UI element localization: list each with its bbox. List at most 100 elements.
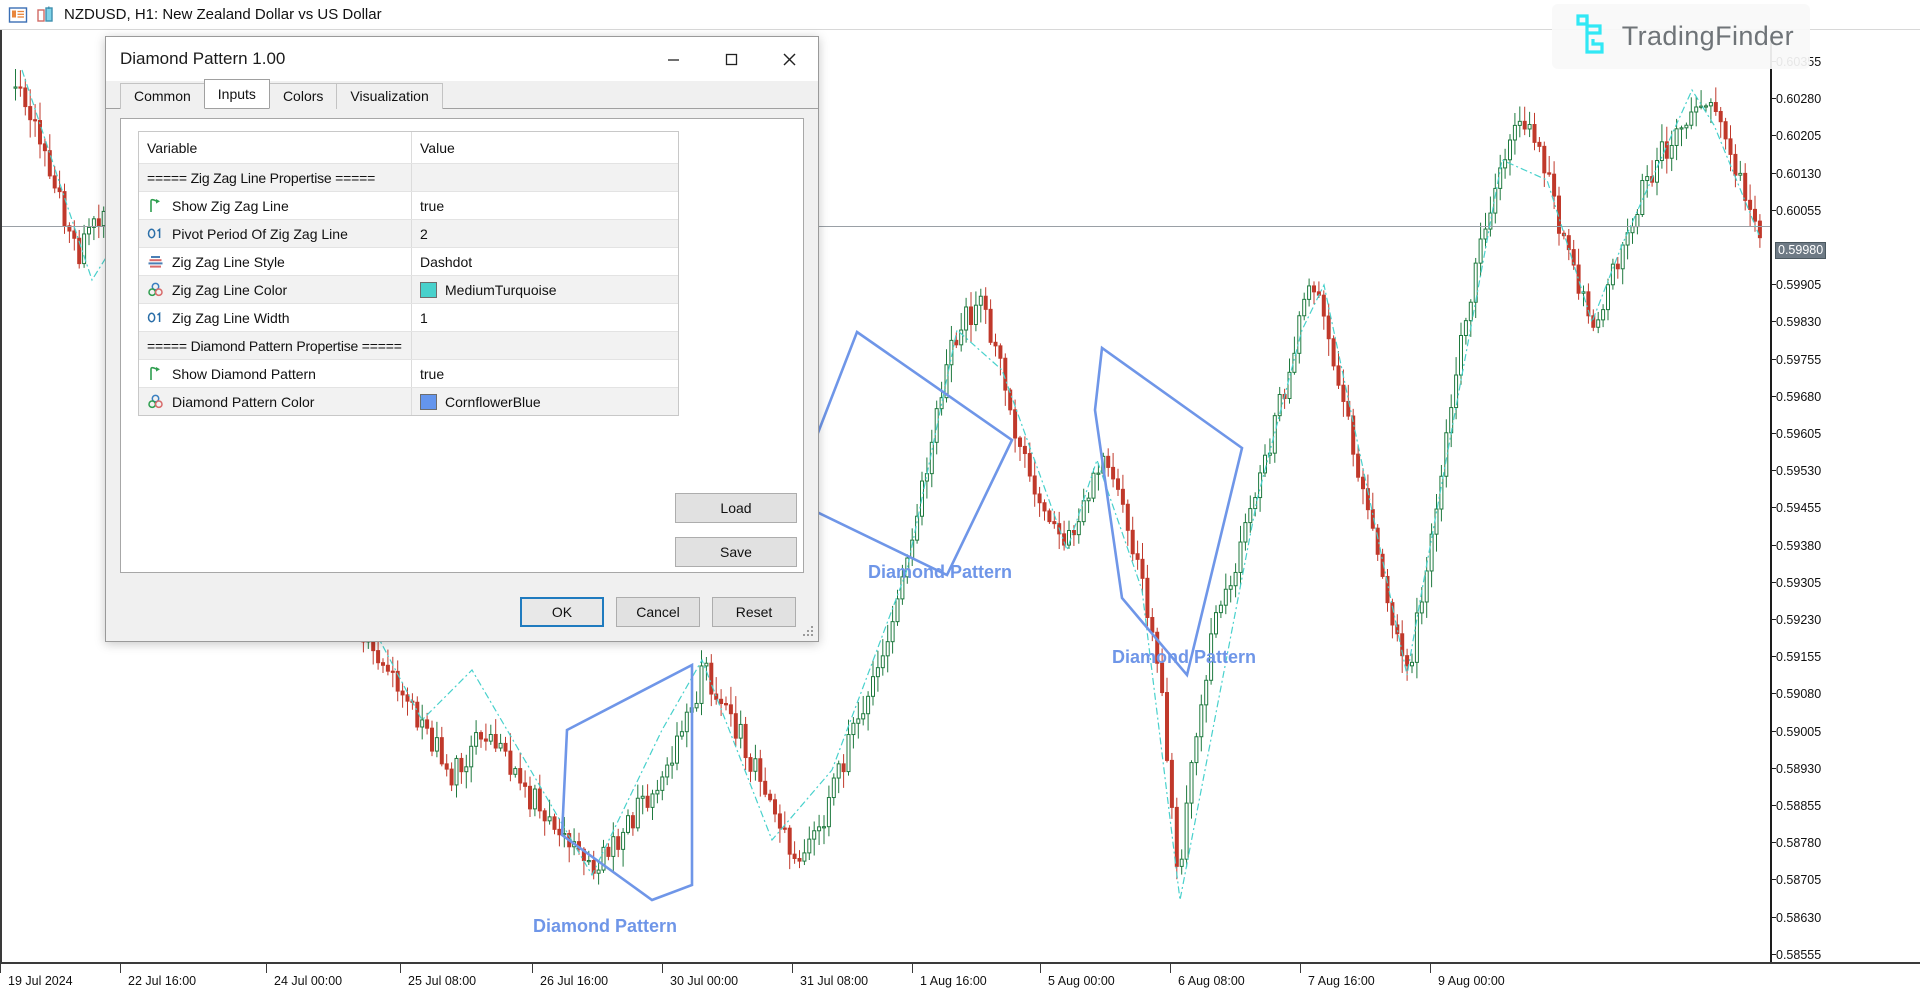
integer-01-icon (147, 310, 165, 326)
diamond-pattern-shape (562, 665, 692, 900)
time-tick-mark (120, 964, 121, 973)
variable-name: Zig Zag Line Style (172, 254, 285, 270)
price-tick-label: 0.58555 (1776, 949, 1821, 962)
chart-bars-icon (36, 6, 56, 24)
time-tick-label: 19 Jul 2024 (8, 974, 73, 988)
time-tick-mark (1170, 964, 1171, 973)
price-tick-label: 0.59230 (1776, 614, 1821, 627)
time-tick-mark (400, 964, 401, 973)
variable-name: ===== Zig Zag Line Propertise ===== (147, 170, 375, 186)
grid-header-row: VariableValue (139, 132, 678, 163)
time-tick-mark (532, 964, 533, 973)
grid-row[interactable]: Show Diamond Patterntrue (139, 359, 678, 387)
integer-01-icon (147, 226, 165, 242)
variable-value[interactable]: 2 (420, 226, 428, 242)
line-style-icon (147, 254, 165, 270)
time-tick-mark (0, 964, 1, 973)
column-header-value: Value (412, 132, 678, 163)
price-tick-label: 0.60205 (1776, 130, 1821, 143)
variable-value[interactable]: true (420, 366, 444, 382)
time-tick-label: 24 Jul 00:00 (274, 974, 342, 988)
variable-value[interactable]: 1 (420, 310, 428, 326)
chart-title-text: NZDUSD, H1: New Zealand Dollar vs US Dol… (64, 6, 382, 23)
tradingfinder-logo-mark (1568, 12, 1612, 61)
price-tick-label: 0.59305 (1776, 577, 1821, 590)
time-tick-mark (1040, 964, 1041, 973)
resize-grip[interactable] (802, 625, 815, 638)
price-tick-label: 0.59605 (1776, 428, 1821, 441)
variable-value[interactable]: Dashdot (420, 254, 472, 270)
load-button[interactable]: Load (675, 493, 797, 523)
grid-row[interactable]: Zig Zag Line Style Dashdot (139, 247, 678, 275)
grid-row[interactable]: Diamond Pattern Color CornflowerBlue (139, 387, 678, 415)
price-tick-label: 0.59380 (1776, 540, 1821, 553)
tab-colors[interactable]: Colors (269, 83, 337, 109)
grid-row[interactable]: Zig Zag Line Width1 (139, 303, 678, 331)
dialog-tab-strip[interactable]: CommonInputsColorsVisualization (106, 81, 818, 109)
inputs-grid[interactable]: VariableValue ===== Zig Zag Line Properti… (138, 131, 679, 416)
ok-button[interactable]: OK (520, 597, 604, 627)
bool-arrow-icon (147, 366, 165, 382)
variable-name: Show Zig Zag Line (172, 198, 289, 214)
price-tick-label: 0.59455 (1776, 502, 1821, 515)
price-tick-label: 0.59155 (1776, 651, 1821, 664)
grid-row[interactable]: Pivot Period Of Zig Zag Line2 (139, 219, 678, 247)
color-palette-icon (147, 282, 165, 298)
time-tick-mark (1300, 964, 1301, 973)
cancel-button[interactable]: Cancel (616, 597, 700, 627)
time-tick-label: 6 Aug 08:00 (1178, 974, 1245, 988)
time-tick-mark (662, 964, 663, 973)
price-tick-label: 0.60280 (1776, 93, 1821, 106)
price-tick-label: 0.58705 (1776, 874, 1821, 887)
color-swatch[interactable] (420, 282, 437, 298)
time-tick-label: 31 Jul 08:00 (800, 974, 868, 988)
grid-separator-row[interactable]: ===== Diamond Pattern Propertise ===== (139, 331, 678, 359)
variable-name: Zig Zag Line Color (172, 282, 287, 298)
time-tick-label: 5 Aug 00:00 (1048, 974, 1115, 988)
price-tick-label: 0.60055 (1776, 205, 1821, 218)
mt-terminal-window: NZDUSD, H1: New Zealand Dollar vs US Dol… (0, 0, 1920, 997)
grid-row[interactable]: Zig Zag Line Color MediumTurquoise (139, 275, 678, 303)
dialog-title: Diamond Pattern 1.00 (120, 49, 644, 69)
dialog-title-bar[interactable]: Diamond Pattern 1.00 (106, 37, 818, 81)
tradingfinder-logo: TradingFinder (1552, 4, 1810, 69)
price-tick-label: 0.59005 (1776, 726, 1821, 739)
grid-separator-row[interactable]: ===== Zig Zag Line Propertise ===== (139, 163, 678, 191)
preset-buttons[interactable]: Load Save (675, 493, 797, 581)
chart-list-icon (8, 6, 28, 24)
time-tick-mark (1430, 964, 1431, 973)
tab-inputs[interactable]: Inputs (204, 79, 270, 108)
time-tick-label: 9 Aug 00:00 (1438, 974, 1505, 988)
dialog-footer[interactable]: OK Cancel Reset (106, 583, 818, 641)
time-tick-label: 22 Jul 16:00 (128, 974, 196, 988)
price-tick-label: 0.60130 (1776, 168, 1821, 181)
time-tick-label: 25 Jul 08:00 (408, 974, 476, 988)
grid-row[interactable]: Show Zig Zag Line true (139, 191, 678, 219)
price-tick-label: 0.59755 (1776, 354, 1821, 367)
time-tick-mark (792, 964, 793, 973)
time-tick-mark (912, 964, 913, 973)
maximize-icon[interactable] (702, 37, 760, 81)
time-tick-mark (266, 964, 267, 973)
variable-value[interactable]: true (420, 198, 444, 214)
save-button[interactable]: Save (675, 537, 797, 567)
price-tick-label: 0.58930 (1776, 763, 1821, 776)
variable-value[interactable]: CornflowerBlue (445, 394, 541, 410)
price-tick-label: 0.58630 (1776, 912, 1821, 925)
pattern-label: Diamond Pattern (533, 916, 677, 937)
close-icon[interactable] (760, 37, 818, 81)
tab-common[interactable]: Common (120, 83, 205, 109)
price-axis[interactable]: 0.603550.602800.602050.601300.600550.599… (1770, 38, 1845, 962)
variable-value[interactable]: MediumTurquoise (445, 282, 557, 298)
variable-name: Diamond Pattern Color (172, 394, 314, 410)
time-axis[interactable]: 19 Jul 2024 22 Jul 16:00 24 Jul 00:00 25 Ju… (0, 962, 1920, 997)
reset-button[interactable]: Reset (712, 597, 796, 627)
color-swatch[interactable] (420, 394, 437, 410)
price-tick-label: 0.59905 (1776, 279, 1821, 292)
current-price-label: 0.59980 (1775, 242, 1826, 259)
minimize-icon[interactable] (644, 37, 702, 81)
time-tick-label: 7 Aug 16:00 (1308, 974, 1375, 988)
time-tick-label: 30 Jul 00:00 (670, 974, 738, 988)
tab-visualization[interactable]: Visualization (336, 83, 442, 109)
diamond-pattern-shape (1095, 348, 1242, 675)
